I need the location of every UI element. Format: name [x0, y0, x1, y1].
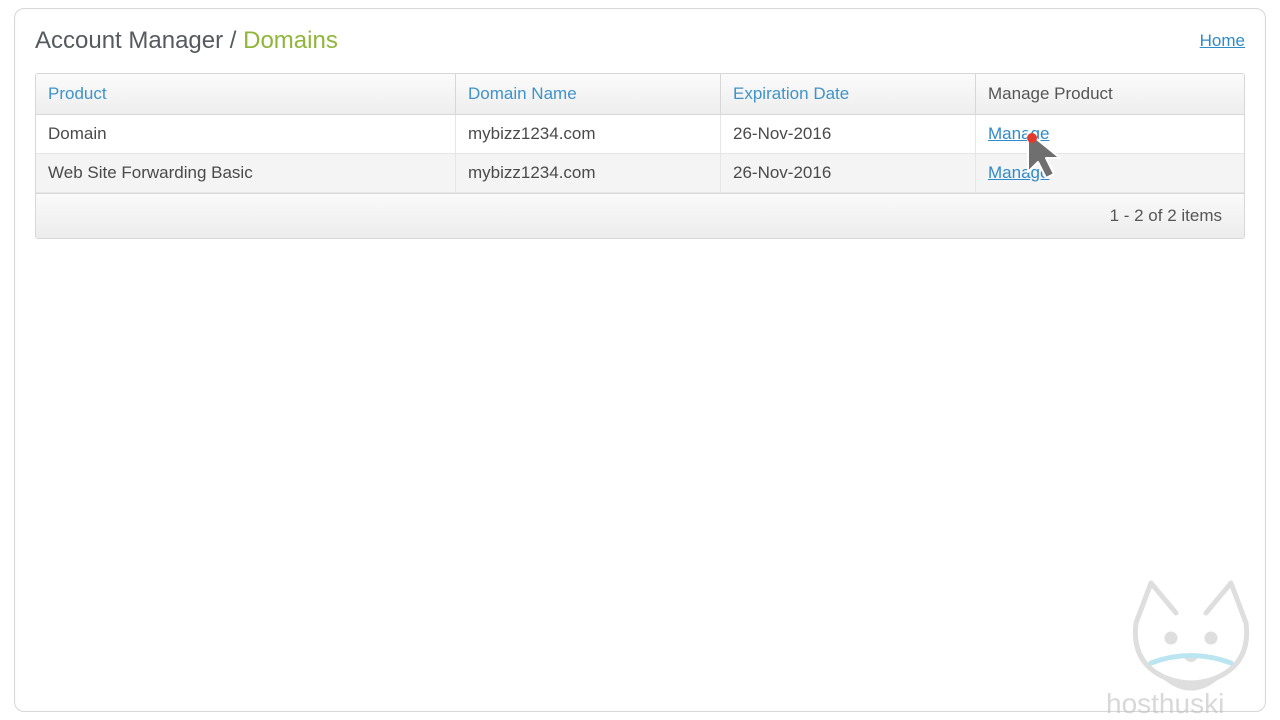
col-header-domain[interactable]: Domain Name [456, 74, 721, 114]
manage-link[interactable]: Manage [988, 124, 1049, 143]
domains-table: Product Domain Name Expiration Date Mana… [35, 73, 1245, 239]
cell-expiration: 26-Nov-2016 [721, 115, 976, 153]
col-header-expiration[interactable]: Expiration Date [721, 74, 976, 114]
table-header-row: Product Domain Name Expiration Date Mana… [36, 74, 1244, 115]
table-row: Web Site Forwarding Basic mybizz1234.com… [36, 154, 1244, 193]
breadcrumb-sub: Domains [243, 27, 338, 54]
breadcrumb-main: Account Manager [35, 27, 223, 54]
cell-product: Web Site Forwarding Basic [36, 154, 456, 192]
watermark: hosthuski [1106, 568, 1276, 718]
cell-manage: Manage [976, 115, 1244, 153]
col-header-manage: Manage Product [976, 74, 1244, 114]
header-row: Account Manager / Domains Home [35, 27, 1245, 55]
table-body: Domain mybizz1234.com 26-Nov-2016 Manage… [36, 115, 1244, 193]
table-footer: 1 - 2 of 2 items [36, 193, 1244, 238]
col-header-product[interactable]: Product [36, 74, 456, 114]
cell-domain: mybizz1234.com [456, 154, 721, 192]
breadcrumb-separator: / [223, 27, 243, 54]
cell-product: Domain [36, 115, 456, 153]
cell-expiration: 26-Nov-2016 [721, 154, 976, 192]
table-row: Domain mybizz1234.com 26-Nov-2016 Manage [36, 115, 1244, 154]
home-link[interactable]: Home [1200, 31, 1245, 51]
husky-logo-icon: hosthuski [1106, 568, 1276, 718]
cell-domain: mybizz1234.com [456, 115, 721, 153]
manage-link[interactable]: Manage [988, 163, 1049, 182]
account-manager-panel: Account Manager / Domains Home Product D… [14, 8, 1266, 712]
cell-manage: Manage [976, 154, 1244, 192]
watermark-text: hosthuski [1106, 688, 1224, 718]
breadcrumb: Account Manager / Domains [35, 27, 338, 55]
